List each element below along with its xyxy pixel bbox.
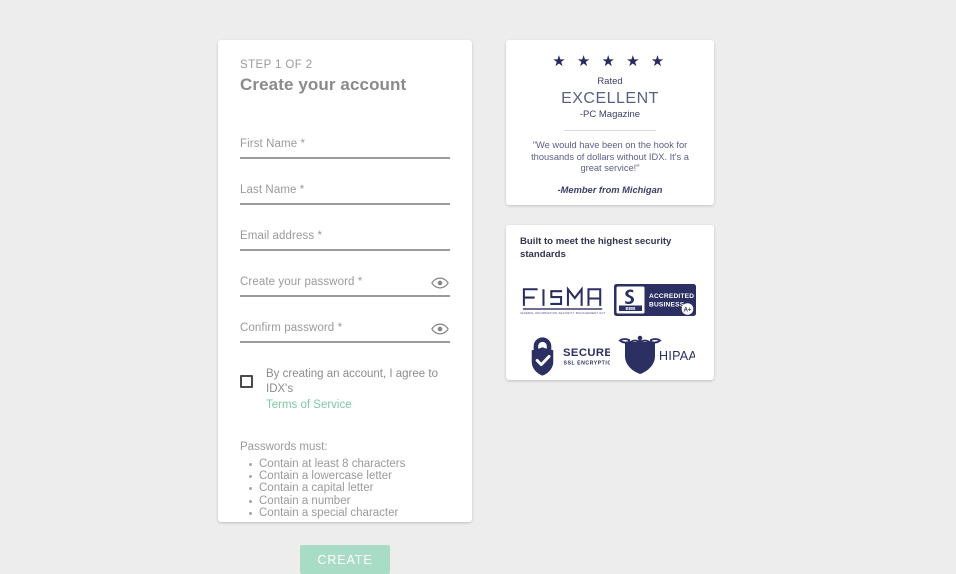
- svg-text:ACCREDITED: ACCREDITED: [649, 293, 694, 300]
- field-confirm-password[interactable]: Confirm password *: [240, 299, 450, 343]
- svg-text:BBB: BBB: [626, 306, 637, 311]
- last-name-label: Last Name *: [240, 184, 305, 196]
- hipaa-logo-icon: HIPAA: [618, 335, 695, 374]
- list-item: Contain a lowercase letter: [249, 470, 450, 482]
- create-password-label: Create your password *: [240, 276, 363, 288]
- security-standards-card: Built to meet the highest security stand…: [506, 225, 714, 380]
- terms-agreement-row: By creating an account, I agree to IDX's…: [240, 367, 450, 413]
- terms-agreement-text-block: By creating an account, I agree to IDX's…: [266, 367, 450, 413]
- ssl-secure-badge: SECURE SSL ENCRYPTION: [520, 328, 610, 384]
- terms-of-service-link[interactable]: Terms of Service: [266, 398, 352, 413]
- signup-form: First Name * Last Name * Email address *…: [240, 115, 450, 343]
- rating-source: -PC Magazine: [579, 109, 641, 120]
- divider: [564, 130, 656, 131]
- svg-text:SECURE: SECURE: [563, 347, 610, 359]
- testimonial-quote: "We would have been on the hook for thou…: [531, 140, 689, 173]
- password-requirements-title: Passwords must:: [240, 441, 328, 453]
- svg-text:A+: A+: [683, 306, 691, 313]
- toggle-confirm-password-visibility-button[interactable]: [431, 320, 449, 338]
- field-first-name[interactable]: First Name *: [240, 115, 450, 159]
- ssl-secure-logo-icon: SECURE SSL ENCRYPTION: [531, 337, 610, 376]
- email-address-label: Email address *: [240, 230, 323, 242]
- field-last-name[interactable]: Last Name *: [240, 161, 450, 205]
- page-title: Create your account: [240, 75, 407, 94]
- list-item: Contain at least 8 characters: [249, 458, 450, 470]
- field-email-address[interactable]: Email address *: [240, 207, 450, 251]
- eye-icon: [431, 323, 449, 335]
- rating-word: EXCELLENT: [561, 90, 659, 107]
- security-standards-title: Built to meet the highest security stand…: [520, 236, 672, 260]
- svg-text:FEDERAL INFORMATION SECURITY M: FEDERAL INFORMATION SECURITY MANAGEMENT …: [520, 311, 606, 315]
- eye-icon: [431, 277, 449, 289]
- fisma-badge: FEDERAL INFORMATION SECURITY MANAGEMENT …: [520, 272, 610, 328]
- password-requirements-list: Contain at least 8 characters Contain a …: [240, 458, 450, 519]
- svg-text:HIPAA: HIPAA: [659, 349, 695, 363]
- terms-agreement-checkbox[interactable]: [240, 375, 253, 388]
- first-name-label: First Name *: [240, 138, 306, 150]
- svg-text:SSL ENCRYPTION: SSL ENCRYPTION: [564, 360, 610, 366]
- security-badge-grid: FEDERAL INFORMATION SECURITY MANAGEMENT …: [520, 272, 700, 384]
- hipaa-badge: HIPAA: [610, 328, 700, 384]
- bbb-accredited-business-badge: BBB ACCREDITED BUSINESS A+: [610, 272, 700, 328]
- terms-agreement-label: By creating an account, I agree to IDX's: [266, 368, 438, 395]
- toggle-create-password-visibility-button[interactable]: [431, 274, 449, 292]
- list-item: Contain a capital letter: [249, 482, 450, 494]
- star-rating-icon: ★ ★ ★ ★ ★: [552, 53, 668, 70]
- testimonial-attribution: -Member from Michigan: [557, 184, 663, 195]
- fisma-logo-icon: FEDERAL INFORMATION SECURITY MANAGEMENT …: [520, 286, 606, 315]
- list-item: Contain a number: [249, 495, 450, 507]
- svg-text:BUSINESS: BUSINESS: [649, 302, 685, 309]
- bbb-accredited-business-logo-icon: BBB ACCREDITED BUSINESS A+: [614, 284, 696, 316]
- field-create-password[interactable]: Create your password *: [240, 253, 450, 297]
- list-item: Contain a special character: [249, 507, 450, 519]
- rating-testimonial-card: ★ ★ ★ ★ ★ Rated EXCELLENT -PC Magazine "…: [506, 40, 714, 205]
- rated-label: Rated: [597, 76, 623, 87]
- create-account-card: STEP 1 OF 2 Create your account First Na…: [218, 40, 472, 574]
- step-indicator: STEP 1 OF 2: [240, 59, 313, 71]
- confirm-password-label: Confirm password *: [240, 322, 343, 334]
- password-requirements: Passwords must: Contain at least 8 chara…: [240, 440, 450, 519]
- signup-page: STEP 1 OF 2 Create your account First Na…: [0, 0, 956, 574]
